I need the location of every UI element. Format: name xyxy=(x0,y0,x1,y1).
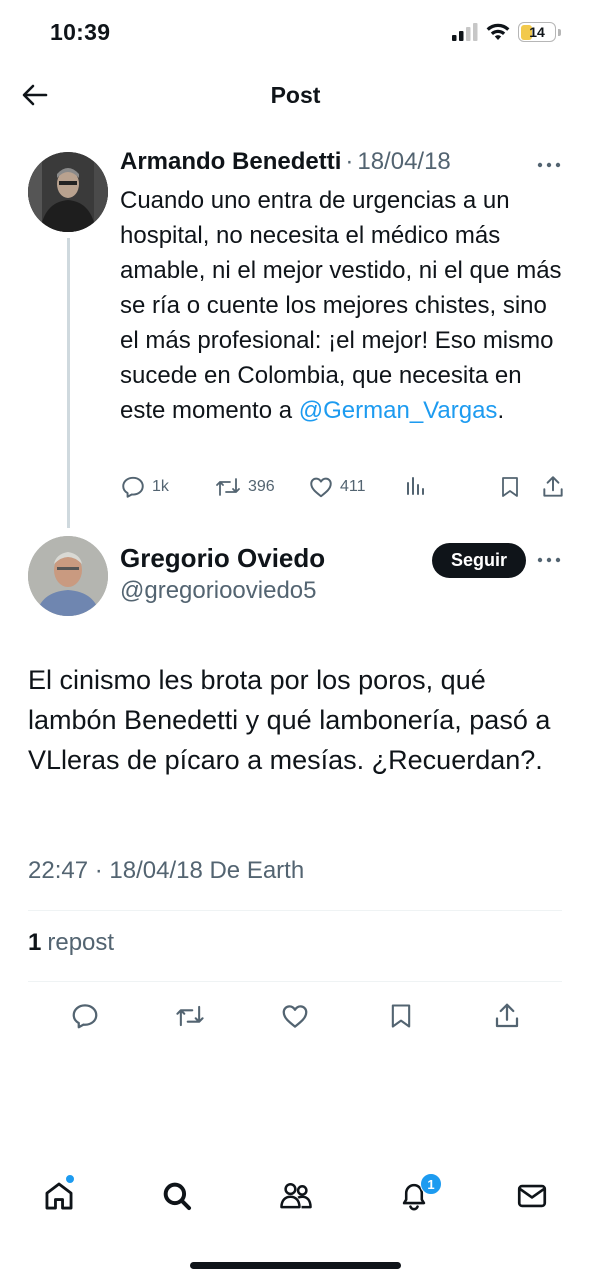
more-horizontal-icon xyxy=(537,162,561,168)
wifi-icon xyxy=(486,23,510,40)
like-count: 411 xyxy=(340,478,366,495)
repost-stats[interactable]: 1 repost xyxy=(28,929,114,957)
search-icon xyxy=(163,1182,192,1211)
like-button[interactable]: 411 xyxy=(308,474,366,500)
more-options-button[interactable] xyxy=(536,158,562,170)
author-name[interactable]: Gregorio Oviedo xyxy=(120,543,325,574)
messages-icon xyxy=(517,1184,547,1208)
reply-count: 1k xyxy=(152,478,169,495)
bookmark-button[interactable] xyxy=(498,474,522,500)
like-button[interactable] xyxy=(277,998,313,1034)
bookmark-button[interactable] xyxy=(383,998,419,1034)
thread-line xyxy=(67,238,70,528)
tweet-actions xyxy=(0,998,591,1034)
status-icons: 14 xyxy=(452,21,561,43)
repost-label: repost xyxy=(47,929,115,956)
page-title: Post xyxy=(270,82,321,108)
home-unread-dot xyxy=(65,1174,75,1184)
tweet-text: Cuando uno entra de urgencias a un hospi… xyxy=(120,187,562,424)
share-icon xyxy=(495,1003,519,1028)
share-icon xyxy=(543,476,563,497)
avatar[interactable] xyxy=(28,536,108,616)
separator: · xyxy=(345,148,354,175)
reply-icon xyxy=(72,1004,98,1029)
home-indicator xyxy=(190,1262,401,1269)
status-bar: 10:39 14 xyxy=(0,0,591,66)
avatar[interactable] xyxy=(28,152,108,232)
tweet-date: 18/04/18 xyxy=(357,148,451,175)
divider xyxy=(28,910,562,911)
bookmark-icon xyxy=(502,477,518,497)
communities-icon xyxy=(280,1182,312,1209)
parent-tweet-header: Armando Benedetti · 18/04/18 xyxy=(120,148,451,176)
nav-messages[interactable] xyxy=(512,1176,552,1216)
bookmark-icon xyxy=(391,1004,411,1028)
author-handle[interactable]: @gregoriooviedo5 xyxy=(120,577,317,605)
heart-icon xyxy=(282,1005,308,1028)
battery-level: 14 xyxy=(529,24,545,40)
bottom-navigation: 1 xyxy=(0,1168,591,1224)
author-name[interactable]: Armando Benedetti xyxy=(120,148,341,176)
nav-search[interactable] xyxy=(157,1176,197,1216)
repost-button[interactable]: 396 xyxy=(214,474,275,500)
notifications-badge: 1 xyxy=(420,1173,442,1195)
status-time: 10:39 xyxy=(50,19,111,45)
heart-icon xyxy=(310,477,332,498)
more-horizontal-icon xyxy=(537,557,561,563)
repost-icon xyxy=(176,1005,204,1027)
reply-button[interactable]: 1k xyxy=(120,474,169,500)
analytics-icon xyxy=(407,477,424,495)
more-options-button[interactable] xyxy=(536,553,562,565)
repost-button[interactable] xyxy=(172,998,208,1034)
share-button[interactable] xyxy=(540,474,566,500)
home-icon xyxy=(45,1182,73,1210)
repost-count: 1 xyxy=(28,929,42,956)
nav-communities[interactable] xyxy=(276,1176,316,1216)
follow-button[interactable]: Seguir xyxy=(432,543,526,578)
repost-count: 396 xyxy=(248,478,275,495)
views-button[interactable] xyxy=(404,474,428,498)
top-bar: Post xyxy=(0,66,591,124)
share-button[interactable] xyxy=(489,998,525,1034)
reply-icon xyxy=(122,476,144,498)
tweet-text: El cinismo les brota por los poros, qué … xyxy=(28,665,551,775)
battery-icon: 14 xyxy=(518,22,556,42)
tweet-timestamp: 22:47 · 18/04/18 De Earth xyxy=(28,857,305,884)
divider xyxy=(28,981,562,982)
mention-link[interactable]: @German_Vargas xyxy=(299,397,498,424)
reply-button[interactable] xyxy=(67,998,103,1034)
tweet-actions: 1k 396 411 xyxy=(120,474,570,502)
repost-icon xyxy=(216,478,240,496)
cellular-signal-icon xyxy=(452,23,478,41)
